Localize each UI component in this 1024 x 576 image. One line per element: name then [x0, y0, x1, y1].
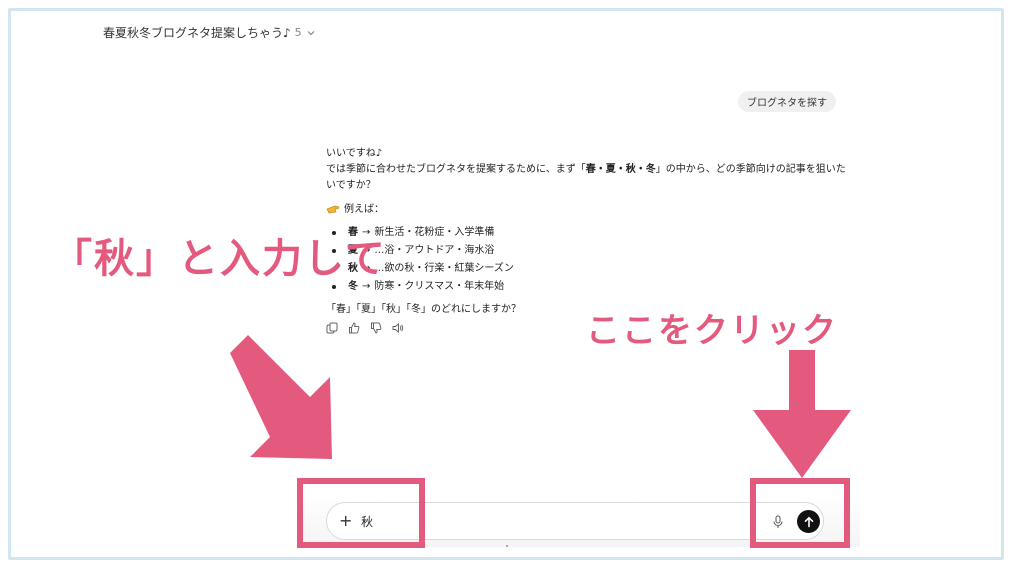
- examples-label: 例えば：: [326, 202, 846, 218]
- list-item: 冬 → 防寒・クリスマス・年末年始: [326, 278, 846, 296]
- season-list: 春 → 新生活・花粉症・入学準備 夏 → …浴・アウトドア・海水浴 秋 → …欲の秋・行楽・…: [326, 224, 846, 296]
- user-message-bubble: ブログネタを探す: [738, 91, 836, 112]
- copy-icon[interactable]: [326, 322, 338, 334]
- list-item: 夏 → …浴・アウトドア・海水浴: [326, 242, 846, 260]
- chevron-down-icon: [307, 30, 315, 35]
- thumbs-down-icon[interactable]: [370, 322, 382, 334]
- conversation-title[interactable]: 春夏秋冬ブログネタ提案しちゃう♪ 5: [103, 24, 316, 41]
- pointing-hand-icon: [326, 205, 340, 214]
- annotation-right: ここをクリック: [586, 311, 838, 351]
- version-number: 5: [294, 26, 302, 39]
- list-item: 春 → 新生活・花粉症・入学準備: [326, 224, 846, 242]
- annotation-left: 「秋」と入力して: [52, 236, 387, 282]
- screenshot-frame: 春夏秋冬ブログネタ提案しちゃう♪ 5 ブログネタを探す いいですね♪ では季節に…: [0, 0, 1024, 576]
- list-item: 秋 → …欲の秋・行楽・紅葉シーズン: [326, 260, 846, 278]
- thumbs-up-icon[interactable]: [348, 322, 360, 334]
- speaker-icon[interactable]: [392, 322, 404, 334]
- response-line: では季節に合わせたブログネタを提案するために、まず「春・夏・秋・冬」の中から、ど…: [326, 164, 846, 191]
- highlight-input-box: [297, 478, 425, 548]
- conversation-title-text: 春夏秋冬ブログネタ提案しちゃう♪: [103, 26, 291, 40]
- response-line: いいですね♪: [326, 148, 383, 159]
- message-actions: [326, 322, 404, 334]
- down-arrow-icon: [753, 350, 851, 478]
- assistant-response: いいですね♪ では季節に合わせたブログネタを提案するために、まず「春・夏・秋・冬…: [326, 146, 846, 318]
- diagonal-arrow-icon: [230, 335, 332, 459]
- scroll-indicator: [506, 545, 508, 547]
- highlight-send-box: [750, 478, 850, 548]
